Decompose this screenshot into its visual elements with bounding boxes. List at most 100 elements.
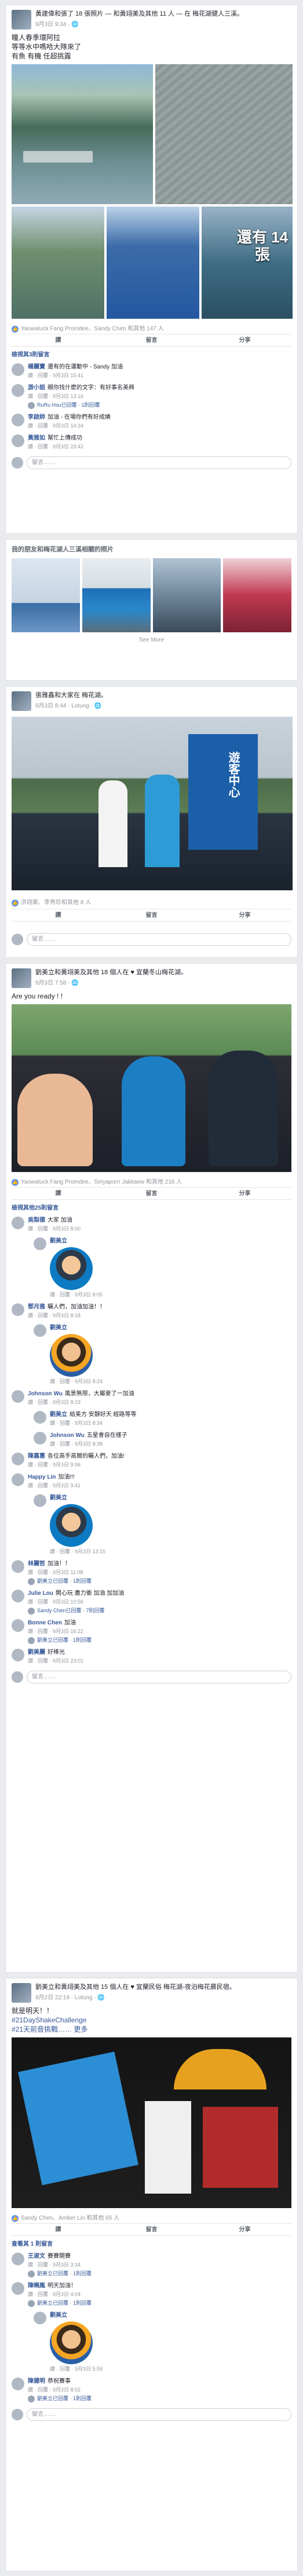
comment-author[interactable]: 劉美立	[50, 1495, 67, 1501]
comment-actions[interactable]: 讚 · 回覆 · 9月3日 9:06	[28, 1461, 125, 1469]
share-button[interactable]: 分享	[198, 2224, 291, 2235]
comment-author[interactable]: 游小姐	[28, 385, 45, 391]
avatar[interactable]	[34, 1237, 46, 1250]
hashtag[interactable]: #21DayShakeChallenge	[12, 2016, 86, 2024]
comment-author[interactable]: 王淑文	[28, 2253, 45, 2260]
comment-actions[interactable]: 讚 · 回覆 · 9月3日 8:38	[50, 1440, 127, 1448]
comment-author[interactable]: Johnson Wu	[28, 1391, 63, 1397]
comment-author[interactable]: 劉美立	[50, 2312, 67, 2319]
comment-button[interactable]: 留言	[105, 909, 198, 921]
reactions-summary[interactable]: 洪翊豪、李秀珍和其他 8 人	[21, 900, 91, 906]
reactions-summary[interactable]: Yaowaluck Fang Promdee、Siriyaporn Jakkae…	[21, 1179, 182, 1185]
avatar[interactable]	[12, 1473, 24, 1486]
comment-button[interactable]: 留言	[105, 2224, 198, 2235]
comment-author[interactable]: 黃雅如	[28, 435, 45, 441]
view-replies-link[interactable]: 劉美立已回覆 · 1則回覆	[28, 2299, 92, 2307]
avatar[interactable]	[12, 691, 31, 711]
avatar[interactable]	[34, 1324, 46, 1337]
comment-author[interactable]: 陳嘉惠	[28, 1453, 45, 1460]
post-timestamp[interactable]: 9月3日 9:34 · 🌐	[35, 19, 243, 28]
photo-bridge[interactable]	[107, 207, 199, 319]
avatar[interactable]	[12, 1303, 24, 1316]
reactions-summary[interactable]: Yaowaluck Fang Promdee、Sandy Chen 和其他 14…	[21, 326, 164, 332]
photo-more[interactable]: 還有 14 張	[202, 207, 293, 319]
avatar[interactable]	[12, 434, 24, 447]
avatar[interactable]	[12, 1453, 24, 1465]
comment-input[interactable]: 留言……	[27, 2408, 291, 2421]
comment-actions[interactable]: 讚 · 回覆 · 9月3日 8:24	[50, 1378, 103, 1385]
reactions-bar[interactable]: 👍 Yaowaluck Fang Promdee、Sandy Chen 和其他 1…	[6, 322, 297, 334]
comment-actions[interactable]: 讚 · 回覆 · 9月3日 23:01	[28, 1657, 83, 1665]
comment-actions[interactable]: 讚 · 回覆 · 9月3日 11:08	[28, 1569, 92, 1576]
share-button[interactable]: 分享	[198, 909, 291, 921]
post-timestamp[interactable]: 9月3日 8:44 · Lotung · 🌐	[35, 701, 107, 709]
avatar[interactable]	[12, 2282, 24, 2295]
photo-lakeside[interactable]	[12, 207, 104, 319]
comment-actions[interactable]: 讚 · 回覆 · 9月3日 5:59	[50, 2365, 103, 2373]
hashtag[interactable]: #21天前音挑戰	[12, 2025, 58, 2033]
see-more-link[interactable]: See More	[6, 632, 297, 648]
post-timestamp[interactable]: 9月2日 22:19 · Lotung · 🌐	[35, 1992, 236, 2001]
reactions-summary[interactable]: Sandy Chen、Amber Lin 和其他 65 人	[21, 2215, 119, 2221]
like-button[interactable]: 讚	[12, 334, 105, 346]
comment-author[interactable]: 劉美立	[50, 1238, 67, 1244]
view-replies-link[interactable]: RuRu Hsu已回覆 · 1則回覆	[28, 401, 134, 409]
comment-actions[interactable]: 讚 · 回覆 · 9月3日 14:34	[28, 422, 111, 430]
comment-author[interactable]: 劉美麗	[28, 1649, 45, 1656]
avatar[interactable]	[12, 363, 24, 376]
view-previous-comments[interactable]: 檢視其3則留言	[6, 347, 297, 361]
post-author-line[interactable]: 張雅鑫和大家在 梅花湖。	[35, 691, 107, 699]
avatar[interactable]	[12, 968, 31, 988]
post-author-line[interactable]: 劉美立和黃翊美及其他 18 個人在 ♥ 宜蘭冬山梅花湖。	[35, 968, 187, 976]
post-author-line[interactable]: 劉美立和黃翊美及其他 15 個人在 ♥ 宜蘭民俗 梅花湖-夜泊梅花晨民宿。	[35, 1983, 236, 1991]
comment-actions[interactable]: 讚 · 回覆 · 9月3日 8:00	[28, 1225, 81, 1233]
related-photo-3[interactable]	[152, 558, 221, 632]
avatar[interactable]	[12, 1983, 31, 2003]
comment-author[interactable]: 陳健明	[28, 2378, 45, 2385]
comment-actions[interactable]: 讚 · 回覆 · 9月3日 23:42	[28, 443, 83, 451]
avatar[interactable]	[34, 1411, 46, 1424]
comment-author[interactable]: Julie Lou	[28, 1590, 53, 1597]
reactions-bar[interactable]: 👍 洪翊豪、李秀珍和其他 8 人	[6, 896, 297, 908]
avatar[interactable]	[12, 1217, 24, 1229]
comment-input[interactable]: 留言……	[27, 456, 291, 469]
view-replies-link[interactable]: 劉美立已回覆 · 1則回覆	[28, 2270, 92, 2278]
avatar[interactable]	[12, 1649, 24, 1661]
view-previous-comments[interactable]: 檢視其他25則留言	[6, 1200, 297, 1214]
share-button[interactable]: 分享	[198, 334, 291, 346]
comment-actions[interactable]: 讚 · 回覆 · 9月3日 13:16	[28, 393, 134, 400]
avatar[interactable]	[34, 1494, 46, 1507]
avatar[interactable]	[12, 10, 31, 30]
related-photo-2[interactable]	[82, 558, 151, 632]
like-button[interactable]: 讚	[12, 2224, 105, 2235]
share-button[interactable]: 分享	[198, 1188, 291, 1199]
comment-actions[interactable]: 讚 · 回覆 · 9月3日 8:18	[28, 1312, 105, 1320]
view-replies-link[interactable]: 劉美立已回覆 · 1則回覆	[28, 1578, 92, 1585]
comment-author[interactable]: 劉美立	[50, 1412, 67, 1418]
avatar[interactable]	[34, 2312, 46, 2324]
post-photo-event[interactable]: 遊客中心	[12, 717, 293, 890]
comment-author[interactable]: Bonne Chen	[28, 1620, 62, 1626]
comment-actions[interactable]: 讚 · 回覆 · 9月3日 8:05	[50, 1291, 103, 1299]
view-replies-link[interactable]: 劉美立已回覆 · 1則回覆	[28, 1637, 92, 1644]
like-button[interactable]: 讚	[12, 1188, 105, 1199]
comment-author[interactable]: 劉美立	[50, 1325, 67, 1331]
avatar[interactable]	[12, 414, 24, 426]
see-more-link[interactable]: …… 更多	[58, 2025, 87, 2033]
comment-author[interactable]: 吳梨德	[28, 1217, 45, 1223]
photo-fish[interactable]	[155, 64, 293, 204]
avatar[interactable]	[12, 1560, 24, 1573]
comment-input[interactable]: 留言……	[27, 933, 291, 946]
avatar[interactable]	[34, 1432, 46, 1444]
view-replies-link[interactable]: Sandy Chen已回覆 · 7則回覆	[28, 1607, 124, 1615]
view-previous-comments[interactable]: 查看其 1 則留言	[6, 2236, 297, 2250]
avatar[interactable]	[12, 1590, 24, 1602]
comment-actions[interactable]: 讚 · 回覆 · 9月3日 10:56	[28, 1598, 124, 1606]
comment-author[interactable]: 鄧月雅	[28, 1304, 45, 1310]
reactions-bar[interactable]: 👍 Sandy Chen、Amber Lin 和其他 65 人	[6, 2212, 297, 2223]
photo-lake-boats[interactable]	[12, 64, 153, 204]
avatar[interactable]	[12, 2378, 24, 2390]
comment-author[interactable]: 陳曉嵐	[28, 2283, 45, 2289]
comment-author[interactable]: Johnson Wu	[50, 1432, 85, 1439]
comment-actions[interactable]: 讚 · 回覆 · 9月3日 13:15	[50, 1548, 105, 1556]
